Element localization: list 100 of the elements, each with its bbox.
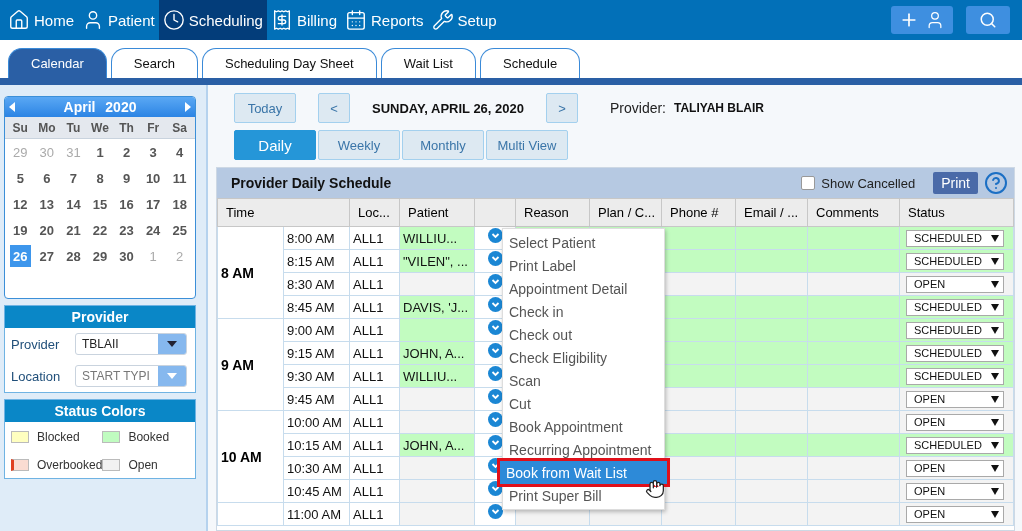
- select-field[interactable]: START TYPI: [75, 365, 187, 387]
- calendar-day[interactable]: 24: [142, 219, 164, 241]
- menu-item[interactable]: Check Eligibility: [503, 346, 664, 369]
- dropdown-icon[interactable]: [488, 228, 503, 243]
- dropdown-icon[interactable]: [488, 389, 503, 404]
- calendar-day[interactable]: 8: [89, 167, 111, 189]
- calendar-day[interactable]: 11: [169, 167, 190, 189]
- dropdown-icon[interactable]: [488, 297, 503, 312]
- view-tab[interactable]: Monthly: [402, 130, 484, 160]
- calendar-day[interactable]: 5: [10, 167, 31, 189]
- tab[interactable]: Schedule: [480, 48, 581, 78]
- nav-item[interactable]: Home: [4, 0, 78, 40]
- calendar-day[interactable]: 7: [63, 167, 84, 189]
- menu-item[interactable]: Select Patient: [503, 231, 664, 254]
- column-header[interactable]: Status: [899, 198, 1014, 227]
- calendar-day[interactable]: 1: [89, 141, 111, 163]
- next-month-icon[interactable]: [185, 102, 191, 112]
- previous-button[interactable]: <: [318, 93, 350, 123]
- calendar-day[interactable]: 16: [116, 193, 137, 215]
- dropdown-icon[interactable]: [488, 343, 503, 358]
- calendar-day[interactable]: 10: [142, 167, 164, 189]
- calendar-day[interactable]: 4: [169, 141, 190, 163]
- status-select[interactable]: SCHEDULED: [906, 229, 1004, 247]
- menu-item[interactable]: Check in: [503, 300, 664, 323]
- tab[interactable]: Search: [110, 48, 198, 78]
- calendar-day[interactable]: 9: [116, 167, 137, 189]
- calendar-day[interactable]: 18: [169, 193, 190, 215]
- status-select[interactable]: SCHEDULED: [906, 436, 1004, 454]
- nav-item[interactable]: Scheduling: [158, 0, 267, 40]
- menu-item[interactable]: Book from Wait List: [500, 461, 667, 484]
- calendar-day[interactable]: 14: [63, 193, 84, 215]
- tab[interactable]: Calendar: [8, 48, 107, 78]
- calendar-day[interactable]: 30: [116, 245, 137, 267]
- column-header[interactable]: Email / ...: [735, 198, 808, 227]
- nav-item[interactable]: Billing: [266, 0, 341, 40]
- status-select[interactable]: OPEN: [906, 505, 1004, 523]
- select-field[interactable]: TBLAII: [75, 333, 187, 355]
- dropdown-icon[interactable]: [488, 274, 503, 289]
- calendar-day[interactable]: 17: [142, 193, 164, 215]
- status-select[interactable]: OPEN: [906, 482, 1004, 500]
- calendar-day[interactable]: 2: [116, 141, 137, 163]
- calendar-day[interactable]: 6: [36, 167, 58, 189]
- calendar-day[interactable]: 25: [169, 219, 190, 241]
- status-select[interactable]: SCHEDULED: [906, 344, 1004, 362]
- dropdown-icon[interactable]: [488, 366, 503, 381]
- print-button[interactable]: Print: [933, 172, 978, 194]
- calendar-day[interactable]: 28: [63, 245, 84, 267]
- column-header[interactable]: Reason: [515, 198, 590, 227]
- menu-item[interactable]: Recurring Appointment: [503, 438, 664, 461]
- column-header[interactable]: Patient: [399, 198, 475, 227]
- column-header[interactable]: Comments: [807, 198, 900, 227]
- tab[interactable]: Scheduling Day Sheet: [201, 48, 377, 78]
- calendar-day[interactable]: 3: [142, 141, 164, 163]
- dropdown-icon[interactable]: [488, 320, 503, 335]
- next-button[interactable]: >: [546, 93, 578, 123]
- column-header[interactable]: Phone #: [661, 198, 736, 227]
- calendar-day[interactable]: 21: [63, 219, 84, 241]
- calendar-day[interactable]: 13: [36, 193, 58, 215]
- weekday-label: Tu: [65, 119, 82, 137]
- dropdown-icon[interactable]: [488, 435, 503, 450]
- status-select[interactable]: OPEN: [906, 275, 1004, 293]
- menu-item[interactable]: Check out: [503, 323, 664, 346]
- previous-month-icon[interactable]: [9, 102, 15, 112]
- status-select[interactable]: SCHEDULED: [906, 298, 1004, 316]
- column-header[interactable]: Plan / C...: [589, 198, 662, 227]
- calendar-day[interactable]: 22: [89, 219, 111, 241]
- nav-item[interactable]: Patient: [78, 0, 159, 40]
- dropdown-icon[interactable]: [488, 504, 503, 519]
- calendar-day[interactable]: 15: [89, 193, 111, 215]
- search-button[interactable]: [966, 6, 1010, 34]
- menu-item[interactable]: Cut: [503, 392, 664, 415]
- dropdown-icon[interactable]: [488, 412, 503, 427]
- column-header[interactable]: Loc...: [349, 198, 400, 227]
- menu-item[interactable]: Scan: [503, 369, 664, 392]
- column-header[interactable]: Time: [217, 198, 350, 227]
- menu-item[interactable]: Print Label: [503, 254, 664, 277]
- nav-item[interactable]: Reports: [341, 0, 428, 40]
- menu-item[interactable]: Appointment Detail: [503, 277, 664, 300]
- status-select[interactable]: OPEN: [906, 390, 1004, 408]
- calendar-day[interactable]: 19: [10, 219, 31, 241]
- status-select[interactable]: OPEN: [906, 459, 1004, 477]
- add-patient-button[interactable]: [891, 6, 953, 34]
- calendar-day[interactable]: 29: [89, 245, 111, 267]
- status-select[interactable]: SCHEDULED: [906, 252, 1004, 270]
- status-select[interactable]: SCHEDULED: [906, 321, 1004, 339]
- status-select[interactable]: SCHEDULED: [906, 367, 1004, 385]
- help-icon[interactable]: [984, 171, 1008, 195]
- view-tab[interactable]: Multi View: [486, 130, 568, 160]
- calendar-day[interactable]: 27: [36, 245, 58, 267]
- calendar-day[interactable]: 23: [116, 219, 137, 241]
- checkbox[interactable]: [801, 176, 816, 190]
- menu-item[interactable]: Book Appointment: [503, 415, 664, 438]
- today-button[interactable]: Today: [234, 93, 296, 123]
- status-select[interactable]: OPEN: [906, 413, 1004, 431]
- tab[interactable]: Wait List: [380, 48, 476, 78]
- view-tab[interactable]: Weekly: [318, 130, 400, 160]
- nav-item[interactable]: Setup: [427, 0, 501, 40]
- calendar-day[interactable]: 12: [10, 193, 31, 215]
- dropdown-icon[interactable]: [488, 251, 503, 266]
- calendar-day[interactable]: 20: [36, 219, 58, 241]
